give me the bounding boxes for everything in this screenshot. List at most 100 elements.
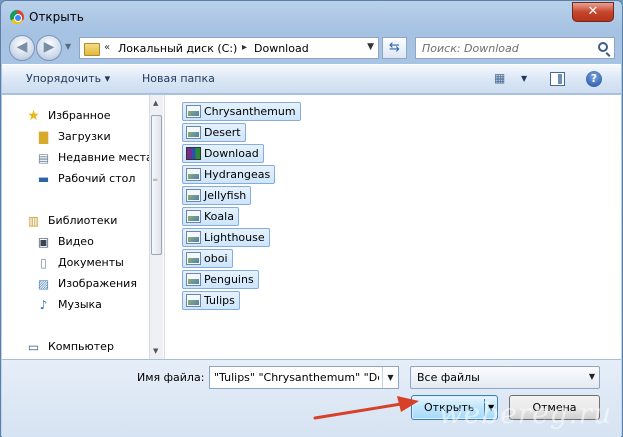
- watermark: webereg.ru: [438, 397, 612, 430]
- file-item[interactable]: Hydrangeas: [182, 165, 276, 184]
- nav-item-label: Загрузки: [58, 130, 111, 143]
- nav-item-desktop[interactable]: ▬ Рабочий стол: [2, 169, 149, 189]
- nav-item-music[interactable]: ♪ Музыка: [2, 295, 149, 315]
- file-name: Tulips: [204, 294, 235, 307]
- nav-item-recent[interactable]: ▤ Недавние места: [2, 148, 149, 168]
- file-name: oboi: [204, 252, 228, 265]
- title-bar: Открыть ✕: [1, 1, 622, 33]
- nav-item-label: Видео: [58, 235, 94, 248]
- documents-icon: ▯: [40, 256, 47, 270]
- file-item[interactable]: Koala: [182, 207, 239, 226]
- file-name: Koala: [204, 210, 234, 223]
- search-placeholder: Поиск: Download: [422, 42, 519, 55]
- nav-item-favorites[interactable]: ★ Избранное: [2, 106, 149, 126]
- file-item[interactable]: Jellyfish: [182, 186, 252, 205]
- recent-places-icon: ▤: [37, 151, 50, 165]
- file-item[interactable]: Lighthouse: [182, 228, 270, 247]
- nav-item-label: Библиотеки: [48, 214, 118, 227]
- scrollbar-thumb[interactable]: [151, 115, 162, 255]
- navigation-pane: ★ Избранное ▇ Загрузки ▤ Недавние места …: [2, 95, 149, 359]
- refresh-button[interactable]: ⇆: [382, 37, 407, 59]
- new-folder-button[interactable]: Новая папка: [142, 72, 215, 85]
- nav-item-pictures[interactable]: ▨ Изображения: [2, 274, 149, 294]
- image-file-icon: [186, 210, 201, 223]
- address-bar[interactable]: « Локальный диск (C:) ▸ Download ▼: [79, 37, 379, 59]
- nav-item-label: Компьютер: [48, 340, 114, 353]
- nav-item-label: Изображения: [58, 277, 137, 290]
- file-name: Download: [204, 147, 259, 160]
- address-segment-drive[interactable]: Локальный диск (C:): [118, 42, 237, 55]
- chrome-icon: [10, 10, 24, 24]
- music-icon: ♪: [39, 298, 48, 312]
- forward-button[interactable]: ▶: [36, 35, 62, 61]
- pictures-icon: ▨: [37, 277, 50, 291]
- view-dropdown-icon[interactable]: ▼: [521, 74, 527, 83]
- image-file-icon: [186, 168, 201, 181]
- file-item[interactable]: Desert: [182, 123, 246, 142]
- scroll-down-icon[interactable]: ▼: [153, 347, 158, 355]
- address-segment-download[interactable]: Download: [254, 42, 309, 55]
- address-dropdown-icon[interactable]: ▼: [367, 42, 374, 52]
- scroll-up-icon[interactable]: ▲: [153, 99, 158, 107]
- filetype-select[interactable]: Все файлы ▼: [410, 366, 600, 389]
- nav-item-label: Избранное: [48, 109, 111, 122]
- back-arrow-icon: ◀: [16, 39, 28, 55]
- image-file-icon: [186, 273, 201, 286]
- image-file-icon: [186, 252, 201, 265]
- file-item[interactable]: Download: [182, 144, 264, 163]
- filename-input[interactable]: "Tulips" "Chrysanthemum" "Des ▼: [209, 366, 399, 389]
- search-icon[interactable]: [598, 42, 608, 52]
- image-file-icon: [186, 105, 201, 118]
- filename-label: Имя файла:: [137, 371, 205, 384]
- nav-item-label: Музыка: [58, 298, 102, 311]
- filename-dropdown-icon[interactable]: ▼: [382, 367, 398, 388]
- nav-item-label: Рабочий стол: [58, 172, 136, 185]
- search-box[interactable]: Поиск: Download: [415, 37, 615, 59]
- refresh-icon: ⇆: [389, 40, 400, 55]
- file-name: Chrysanthemum: [204, 105, 296, 118]
- window-title: Открыть: [29, 10, 84, 24]
- image-file-icon: [186, 189, 201, 202]
- navigation-row: ◀ ▶ ▼ « Локальный диск (C:) ▸ Download ▼…: [1, 32, 622, 62]
- filename-value[interactable]: "Tulips" "Chrysanthemum" "Des: [214, 371, 379, 384]
- help-button[interactable]: ?: [586, 71, 602, 87]
- nav-item-downloads[interactable]: ▇ Загрузки: [2, 127, 149, 147]
- image-file-icon: [186, 231, 201, 244]
- file-name: Lighthouse: [204, 231, 265, 244]
- file-item[interactable]: oboi: [182, 249, 233, 268]
- view-options-icon[interactable]: ▦: [494, 71, 508, 85]
- file-item[interactable]: Chrysanthemum: [182, 102, 301, 121]
- command-toolbar: Упорядочить ▾ Новая папка ▦ ▼ ?: [2, 64, 621, 94]
- file-name: Hydrangeas: [204, 168, 271, 181]
- back-button[interactable]: ◀: [9, 35, 35, 61]
- close-button[interactable]: ✕: [572, 2, 614, 22]
- file-item[interactable]: Tulips: [182, 291, 240, 310]
- nav-item-libraries[interactable]: ▥ Библиотеки: [2, 211, 149, 231]
- archive-file-icon: [186, 147, 201, 160]
- address-overflow[interactable]: «: [104, 42, 110, 53]
- nav-item-documents[interactable]: ▯ Документы: [2, 253, 149, 273]
- image-file-icon: [186, 126, 201, 139]
- address-separator[interactable]: ▸: [242, 42, 247, 53]
- file-item[interactable]: Penguins: [182, 270, 259, 289]
- preview-pane-icon[interactable]: [550, 72, 565, 86]
- navigation-scrollbar[interactable]: ▲ ═ ▼: [149, 95, 163, 359]
- image-file-icon: [186, 294, 201, 307]
- folder-icon: [84, 41, 100, 56]
- nav-item-video[interactable]: ▣ Видео: [2, 232, 149, 252]
- file-name: Penguins: [204, 273, 254, 286]
- star-icon: ★: [27, 108, 40, 124]
- file-name: Desert: [204, 126, 241, 139]
- recent-pages-dropdown[interactable]: ▼: [65, 42, 71, 51]
- forward-arrow-icon: ▶: [43, 39, 55, 55]
- organize-button[interactable]: Упорядочить ▾: [26, 72, 110, 85]
- nav-item-computer[interactable]: ▭ Компьютер: [2, 337, 149, 357]
- nav-item-label: Недавние места: [58, 151, 149, 164]
- video-icon: ▣: [37, 235, 50, 249]
- desktop-icon: ▬: [37, 172, 50, 186]
- downloads-folder-icon: ▇: [38, 130, 49, 144]
- filetype-value: Все файлы: [417, 371, 480, 384]
- chevron-down-icon: ▼: [588, 372, 595, 381]
- libraries-icon: ▥: [27, 214, 40, 228]
- open-file-dialog: Открыть ✕ ◀ ▶ ▼ « Локальный диск (C:) ▸ …: [0, 0, 623, 437]
